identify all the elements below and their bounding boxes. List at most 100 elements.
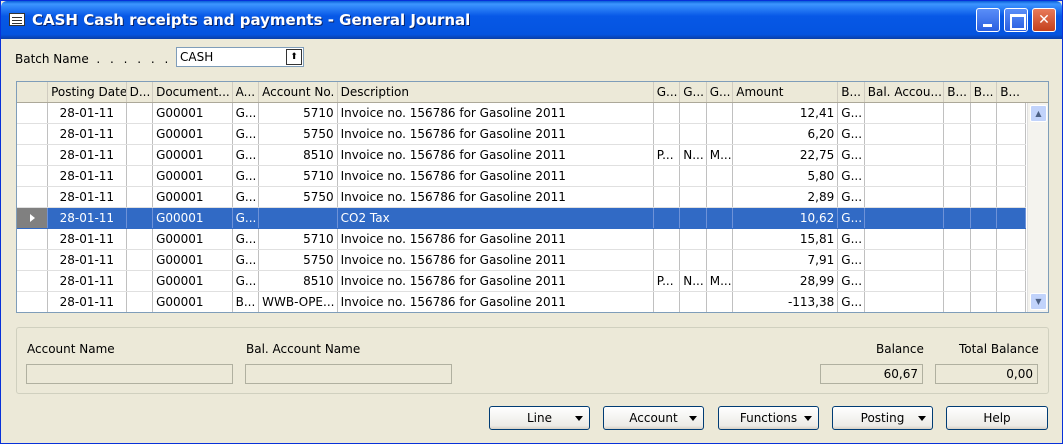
table-cell[interactable]: 8510 <box>258 270 338 292</box>
table-row[interactable]: 28-01-11 G00001 G... 5710 Invoice no. 156786… <box>17 165 1026 187</box>
table-cell[interactable]: 28-01-11 <box>47 270 127 292</box>
table-cell[interactable]: Invoice no. 156786 for Gasoline 2011 <box>337 102 654 124</box>
table-cell[interactable]: M... <box>706 144 734 166</box>
table-cell[interactable]: P... <box>653 144 681 166</box>
table-cell[interactable]: G00001 <box>152 102 233 124</box>
table-cell[interactable] <box>653 102 681 124</box>
table-cell[interactable]: G... <box>837 123 865 145</box>
table-cell[interactable]: G... <box>232 186 260 208</box>
journal-lines-grid[interactable]: Posting Date D... Document... A... Account N… <box>16 81 1049 313</box>
table-cell[interactable]: Invoice no. 156786 for Gasoline 2011 <box>337 144 654 166</box>
table-row[interactable]: 28-01-11 G00001 G... 5710 Invoice no. 156786… <box>17 228 1026 250</box>
table-cell[interactable]: G... <box>837 270 865 292</box>
table-row[interactable]: 28-01-11 G00001 G... CO2 Tax 10,62 G... <box>17 207 1026 229</box>
table-cell[interactable] <box>706 228 734 250</box>
table-cell[interactable]: 5,80 <box>732 165 839 187</box>
close-icon[interactable]: ✕ <box>1032 8 1056 32</box>
table-row[interactable]: 28-01-11 G00001 G... 8510 Invoice no. 156786… <box>17 270 1026 292</box>
column-header[interactable]: B... <box>970 82 998 103</box>
table-cell[interactable] <box>970 291 998 312</box>
column-header[interactable]: B... <box>943 82 971 103</box>
table-cell[interactable]: G... <box>232 123 260 145</box>
table-cell[interactable] <box>864 186 945 208</box>
table-cell[interactable]: Invoice no. 156786 for Gasoline 2011 <box>337 291 654 312</box>
table-cell[interactable]: 6,20 <box>732 123 839 145</box>
scroll-down-icon[interactable]: ▼ <box>1030 293 1047 310</box>
help-button[interactable]: Help <box>946 406 1048 430</box>
table-cell[interactable]: G... <box>232 144 260 166</box>
table-cell[interactable] <box>943 228 971 250</box>
table-cell[interactable]: 7,91 <box>732 249 839 271</box>
table-cell[interactable]: WWB-OPE... <box>258 291 338 312</box>
column-header[interactable]: Posting Date <box>47 82 127 103</box>
table-cell[interactable]: G00001 <box>152 144 233 166</box>
table-cell[interactable]: 15,81 <box>732 228 839 250</box>
table-cell[interactable]: Invoice no. 156786 for Gasoline 2011 <box>337 123 654 145</box>
table-cell[interactable]: G... <box>232 207 260 229</box>
row-selector[interactable] <box>17 249 49 271</box>
table-cell[interactable] <box>653 165 681 187</box>
table-row[interactable]: 28-01-11 G00001 G... 5750 Invoice no. 156786… <box>17 249 1026 271</box>
table-cell[interactable] <box>679 165 707 187</box>
table-cell[interactable]: 28-01-11 <box>47 291 127 312</box>
minimize-icon[interactable] <box>976 8 1000 32</box>
scroll-up-icon[interactable]: ▲ <box>1030 105 1047 122</box>
table-cell[interactable]: G... <box>837 144 865 166</box>
table-cell[interactable] <box>864 249 945 271</box>
line-button[interactable]: Line <box>489 406 590 430</box>
table-cell[interactable]: 28-01-11 <box>47 186 127 208</box>
column-header[interactable]: B... <box>837 82 865 103</box>
lookup-arrow-icon[interactable]: ⬆ <box>286 49 302 65</box>
vertical-scrollbar[interactable]: ▲ ▼ <box>1027 103 1048 312</box>
table-cell[interactable] <box>970 186 998 208</box>
table-cell[interactable] <box>970 102 998 124</box>
table-cell[interactable]: N... <box>679 270 707 292</box>
table-cell[interactable]: 28-01-11 <box>47 144 127 166</box>
table-cell[interactable] <box>679 249 707 271</box>
table-row[interactable]: 28-01-11 G00001 G... 5710 Invoice no. 156786… <box>17 102 1026 124</box>
table-cell[interactable] <box>943 102 971 124</box>
row-selector[interactable] <box>17 186 49 208</box>
table-cell[interactable] <box>943 249 971 271</box>
table-cell[interactable] <box>864 123 945 145</box>
table-cell[interactable] <box>943 186 971 208</box>
table-cell[interactable] <box>679 102 707 124</box>
table-cell[interactable]: 28,99 <box>732 270 839 292</box>
table-cell[interactable]: 5710 <box>258 165 338 187</box>
table-cell[interactable] <box>706 291 734 312</box>
row-selector[interactable] <box>17 123 49 145</box>
table-cell[interactable] <box>864 102 945 124</box>
table-cell[interactable] <box>996 186 1026 208</box>
table-cell[interactable] <box>943 291 971 312</box>
table-cell[interactable] <box>996 270 1026 292</box>
table-cell[interactable] <box>653 186 681 208</box>
column-header[interactable]: Description <box>337 82 654 103</box>
column-header[interactable]: D... <box>126 82 154 103</box>
table-cell[interactable] <box>679 186 707 208</box>
table-cell[interactable] <box>864 228 945 250</box>
table-cell[interactable]: G00001 <box>152 270 233 292</box>
table-cell[interactable] <box>653 207 681 229</box>
table-cell[interactable] <box>996 144 1026 166</box>
table-cell[interactable] <box>943 207 971 229</box>
table-cell[interactable] <box>679 123 707 145</box>
table-cell[interactable] <box>970 270 998 292</box>
column-header[interactable]: B... <box>996 82 1026 103</box>
column-header[interactable]: G... <box>679 82 707 103</box>
table-cell[interactable]: -113,38 <box>732 291 839 312</box>
table-cell[interactable] <box>864 207 945 229</box>
table-cell[interactable]: G... <box>837 291 865 312</box>
table-cell[interactable] <box>943 123 971 145</box>
table-cell[interactable]: G00001 <box>152 228 233 250</box>
table-row[interactable]: 28-01-11 G00001 B... WWB-OPE... Invoice no. … <box>17 291 1026 312</box>
table-cell[interactable] <box>126 249 154 271</box>
table-cell[interactable] <box>970 123 998 145</box>
row-selector[interactable] <box>17 144 49 166</box>
table-cell[interactable]: 5750 <box>258 249 338 271</box>
table-cell[interactable]: G00001 <box>152 249 233 271</box>
row-selector[interactable] <box>17 102 49 124</box>
row-selector[interactable] <box>17 207 49 229</box>
window-icon[interactable] <box>9 13 25 26</box>
table-cell[interactable] <box>706 207 734 229</box>
table-cell[interactable]: M... <box>706 270 734 292</box>
